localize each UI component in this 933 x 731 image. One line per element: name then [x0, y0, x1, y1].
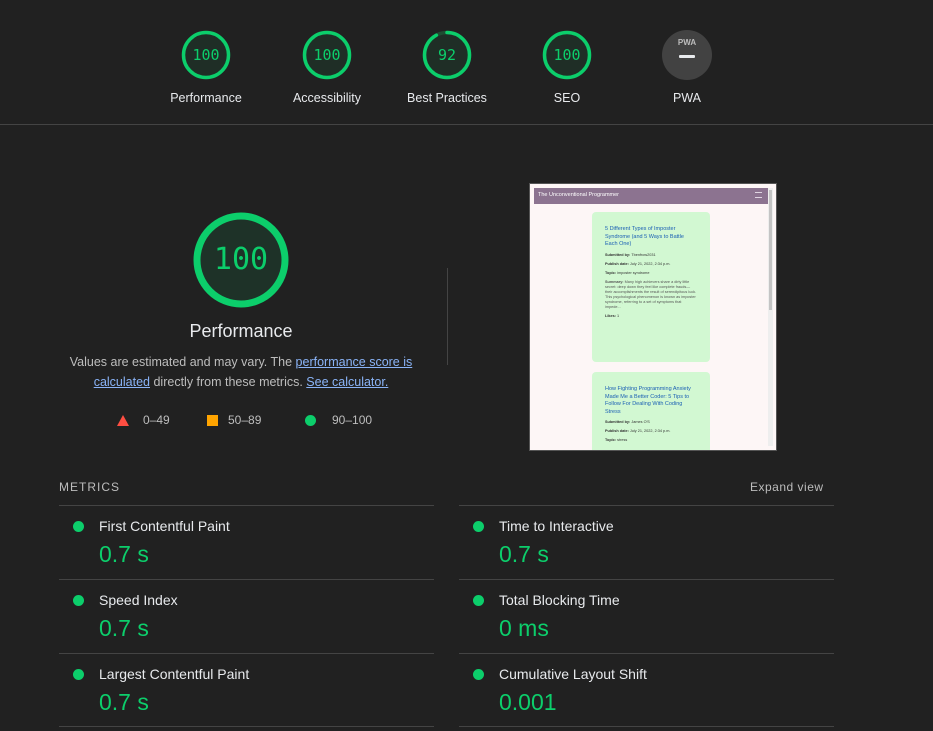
- green-circle-icon: [305, 414, 316, 426]
- gauge-performance[interactable]: 100 Performance: [146, 30, 266, 105]
- gauge-ring: 100: [542, 30, 592, 80]
- legend-average: 50–89: [207, 412, 261, 428]
- post-date: Publish date: July 21, 2022, 2:34 p.m.: [605, 429, 697, 434]
- performance-desc-middle: directly from these metrics.: [150, 375, 307, 389]
- pwa-badge-text: PWA: [677, 38, 697, 47]
- metric-cumulative-layout-shift: Cumulative Layout Shift 0.001: [459, 653, 834, 727]
- metric-value: 0.7 s: [499, 541, 549, 567]
- green-circle-icon: [473, 521, 484, 532]
- green-circle-icon: [73, 669, 84, 680]
- metric-value: 0.001: [499, 689, 557, 715]
- post-submitted-label: Submitted by:: [605, 252, 631, 257]
- metric-first-contentful-paint: First Contentful Paint 0.7 s: [59, 505, 434, 579]
- post-submitted-value: James O'S: [631, 420, 650, 424]
- gauge-best-practices-label: Best Practices: [407, 91, 487, 105]
- post-topic-label: Topic:: [605, 270, 617, 275]
- post-submitted: Submitted by: James O'S: [605, 420, 697, 425]
- expand-view-toggle[interactable]: Expand view: [750, 480, 824, 494]
- legend-pass: 90–100: [305, 412, 372, 428]
- thumbnail-scrollbar: [768, 188, 773, 446]
- metric-value: 0 ms: [499, 615, 549, 641]
- post-submitted-value: Tbenfrow2031: [631, 252, 656, 257]
- pwa-badge-icon: PWA: [662, 30, 712, 80]
- performance-big-gauge: 100: [191, 210, 291, 310]
- post-likes: Likes: 1: [605, 314, 697, 319]
- post-date: Publish date: July 21, 2022, 2:34 p.m.: [605, 262, 697, 267]
- post-date-label: Publish date:: [605, 429, 629, 433]
- post-title: 5 Different Types of Imposter Syndrome (…: [605, 226, 684, 247]
- metric-value: 0.7 s: [99, 541, 149, 567]
- gauge-ring: 100: [302, 30, 352, 80]
- legend-average-range: 50–89: [228, 413, 262, 427]
- post-title: How Fighting Programming Anxiety Made Me…: [605, 386, 691, 415]
- gauge-best-practices-score: 92: [437, 46, 457, 64]
- metric-name: Speed Index: [99, 592, 178, 608]
- performance-big-score: 100: [213, 242, 269, 277]
- gauge-accessibility[interactable]: 100 Accessibility: [267, 30, 387, 105]
- legend-fail-range: 0–49: [143, 413, 170, 427]
- metric-time-to-interactive: Time to Interactive 0.7 s: [459, 505, 834, 579]
- green-circle-icon: [473, 595, 484, 606]
- gauge-best-practices[interactable]: 92 Best Practices: [387, 30, 507, 105]
- metric-name: Largest Contentful Paint: [99, 666, 250, 682]
- post-date-value: July 21, 2022, 2:34 p.m.: [629, 429, 671, 433]
- red-triangle-icon: [117, 414, 129, 426]
- thumbnail-scrollbar-thumb: [769, 190, 772, 310]
- gauge-accessibility-score: 100: [313, 46, 341, 64]
- performance-description: Values are estimated and may vary. The p…: [62, 352, 420, 392]
- thumbnail-site-title: The Unconventional Programmer: [538, 192, 620, 198]
- metric-value: 0.7 s: [99, 689, 149, 715]
- post-likes-value: 1: [617, 313, 620, 318]
- metric-name: Time to Interactive: [499, 518, 614, 534]
- metric-total-blocking-time: Total Blocking Time 0 ms: [459, 579, 834, 653]
- metric-name: First Contentful Paint: [99, 518, 230, 534]
- post-summary-value: Many high achievers share a dirty little…: [605, 279, 697, 309]
- legend-fail: 0–49: [117, 412, 170, 428]
- post-topic-value: imposter syndrome: [617, 270, 650, 275]
- metrics-heading: METRICS: [59, 480, 120, 494]
- thumbnail-post-card: How Fighting Programming Anxiety Made Me…: [592, 372, 710, 450]
- post-topic-value: stress: [617, 438, 628, 442]
- gauge-accessibility-label: Accessibility: [292, 91, 362, 105]
- post-topic: Topic: stress: [605, 438, 697, 443]
- final-screenshot-thumbnail[interactable]: The Unconventional Programmer 5 Differen…: [529, 183, 777, 451]
- hamburger-menu-icon: [755, 192, 762, 198]
- orange-square-icon: [207, 414, 218, 426]
- thumbnail-post-card: 5 Different Types of Imposter Syndrome (…: [592, 212, 710, 362]
- thumbnail-site-header: The Unconventional Programmer: [534, 188, 768, 204]
- green-circle-icon: [473, 669, 484, 680]
- gauge-seo-score: 100: [553, 46, 581, 64]
- category-scores-bar: 100 Performance 100 Accessibility 92 Bes…: [0, 0, 933, 125]
- metric-speed-index: Speed Index 0.7 s: [59, 579, 434, 653]
- post-date-value: July 21, 2022, 2:34 p.m.: [629, 261, 671, 266]
- pwa-dash-icon: [679, 55, 695, 58]
- vertical-divider: [447, 268, 448, 365]
- post-likes-label: Likes:: [605, 313, 616, 318]
- green-circle-icon: [73, 595, 84, 606]
- gauge-performance-score: 100: [192, 46, 220, 64]
- post-summary-label: Summary:: [605, 279, 624, 284]
- gauge-pwa-label: PWA: [672, 91, 701, 105]
- gauge-seo[interactable]: 100 SEO: [507, 30, 627, 105]
- gauge-seo-label: SEO: [553, 91, 581, 105]
- post-submitted-label: Submitted by:: [605, 420, 631, 424]
- gauge-pwa[interactable]: PWA PWA: [627, 30, 747, 105]
- gauge-ring: 100: [181, 30, 231, 80]
- post-submitted: Submitted by: Tbenfrow2031: [605, 253, 697, 258]
- post-topic-label: Topic:: [605, 438, 617, 442]
- see-calculator-link[interactable]: See calculator.: [306, 375, 388, 389]
- gauge-ring: 92: [422, 30, 472, 80]
- metric-largest-contentful-paint: Largest Contentful Paint 0.7 s: [59, 653, 434, 727]
- gauge-performance-label: Performance: [170, 91, 242, 105]
- metric-value: 0.7 s: [99, 615, 149, 641]
- post-date-label: Publish date:: [605, 261, 629, 266]
- metric-name: Cumulative Layout Shift: [499, 666, 647, 682]
- post-topic: Topic: imposter syndrome: [605, 271, 697, 276]
- green-circle-icon: [73, 521, 84, 532]
- performance-desc-prefix: Values are estimated and may vary. The: [69, 355, 296, 369]
- post-summary: Summary: Many high achievers share a dir…: [605, 280, 697, 310]
- metric-name: Total Blocking Time: [499, 592, 620, 608]
- performance-title: Performance: [189, 321, 293, 341]
- legend-pass-range: 90–100: [332, 413, 373, 427]
